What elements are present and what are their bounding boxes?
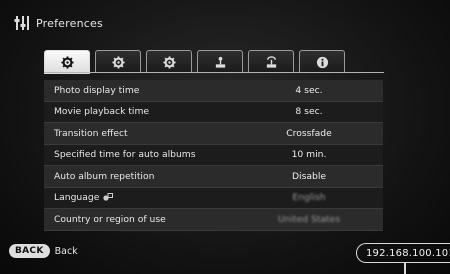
- setting-value: 10 min.: [291, 149, 327, 161]
- info-icon: [316, 56, 328, 68]
- settings-app-icon: [14, 16, 29, 30]
- gear-icon: [60, 56, 74, 69]
- setting-row-auto-album-repetition[interactable]: Auto album repetition Disable: [44, 166, 383, 188]
- setting-row-movie-playback-time[interactable]: Movie playback time 8 sec.: [44, 101, 383, 123]
- tab-divider: [44, 72, 384, 73]
- back-label: Back: [54, 245, 78, 257]
- tab-settings-1[interactable]: [44, 50, 90, 74]
- tab-info[interactable]: [299, 50, 345, 73]
- setting-value: Disable: [291, 170, 327, 182]
- setting-value: 4 sec.: [295, 84, 323, 96]
- setting-row-photo-display-time[interactable]: Photo display time 4 sec.: [44, 80, 383, 102]
- ip-address-callout: 192.168.100.101: [356, 243, 450, 263]
- gear-icon: [162, 55, 176, 69]
- tab-network-1[interactable]: [197, 50, 243, 73]
- page-title: Preferences: [36, 16, 103, 30]
- gear-icon: [111, 55, 125, 69]
- tab-settings-3[interactable]: [146, 50, 192, 73]
- tab-network-2[interactable]: [248, 50, 294, 73]
- setting-label-language: Language: [54, 192, 114, 204]
- language-icon: [103, 193, 114, 201]
- setting-label: Language: [54, 192, 100, 204]
- setting-value: Crossfade: [286, 127, 332, 139]
- network-icon: [215, 56, 225, 68]
- setting-row-language[interactable]: Language English: [44, 187, 383, 209]
- setting-label: Country or region of use: [54, 213, 166, 225]
- settings-list: Photo display time 4 sec. Movie playback…: [44, 80, 383, 231]
- back-button[interactable]: BACK: [9, 244, 50, 258]
- tab-settings-2[interactable]: [95, 50, 141, 73]
- setting-row-auto-album-time[interactable]: Specified time for auto albums 10 min.: [44, 144, 383, 166]
- setting-value: United States: [277, 213, 341, 225]
- back-control[interactable]: BACK Back: [9, 244, 78, 258]
- preferences-screen: Preferences Photo display time 4 sec. Mo…: [0, 0, 450, 274]
- ip-address: 192.168.100.101: [366, 247, 450, 259]
- network-icon: [266, 55, 276, 68]
- callout-pointer: [404, 262, 406, 274]
- setting-value: 8 sec.: [295, 106, 323, 118]
- setting-label: Photo display time: [54, 84, 140, 96]
- setting-value: English: [292, 192, 326, 204]
- setting-row-transition-effect[interactable]: Transition effect Crossfade: [44, 123, 383, 145]
- setting-label: Auto album repetition: [54, 170, 155, 182]
- setting-label: Specified time for auto albums: [54, 149, 196, 161]
- setting-row-country-region[interactable]: Country or region of use United States: [44, 209, 383, 231]
- header: Preferences: [14, 13, 103, 33]
- setting-label: Transition effect: [54, 127, 128, 139]
- setting-label: Movie playback time: [54, 106, 150, 118]
